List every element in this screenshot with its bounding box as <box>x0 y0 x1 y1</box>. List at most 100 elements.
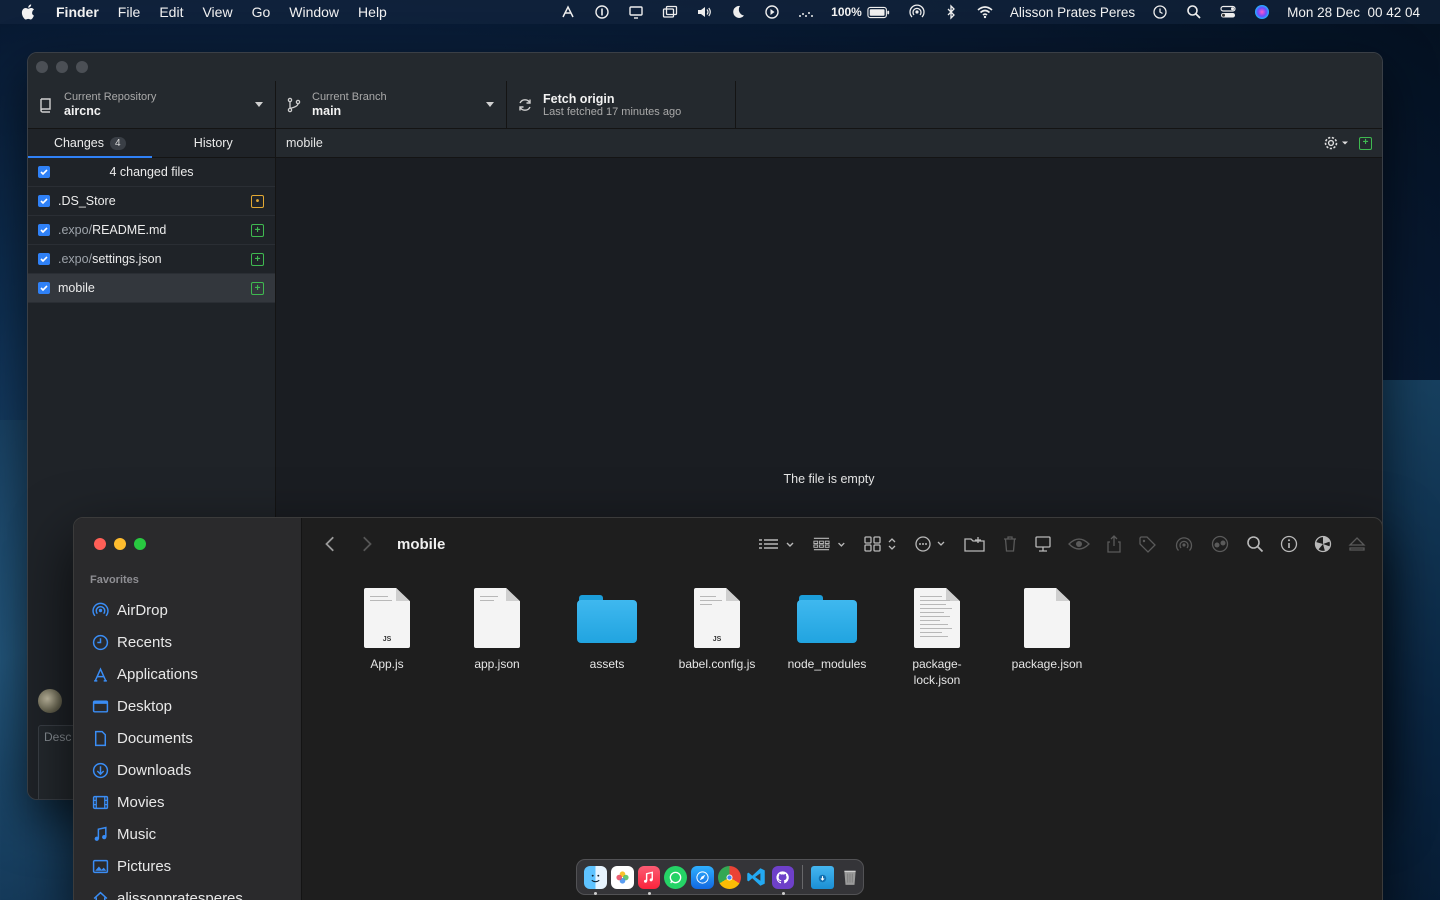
sidebar-item-pictures[interactable]: Pictures <box>91 850 243 882</box>
sidebar-item-applications[interactable]: Applications <box>91 658 243 690</box>
changed-file-row[interactable]: .DS_Store • <box>28 187 275 216</box>
whatsapp-icon[interactable] <box>664 865 688 889</box>
tab-changes[interactable]: Changes 4 <box>28 129 152 158</box>
finder-icon[interactable] <box>584 865 607 895</box>
sidebar-item-documents[interactable]: Documents <box>91 722 243 754</box>
file-name: package.json <box>1011 657 1083 671</box>
extension-icon[interactable] <box>559 4 577 20</box>
file-checkbox[interactable] <box>38 195 50 207</box>
sidebar-item-home[interactable]: alissonpratesperes <box>91 882 243 900</box>
downloads-folder-icon[interactable] <box>811 865 835 889</box>
photos-icon[interactable] <box>610 865 634 889</box>
music-icon[interactable] <box>637 865 661 895</box>
share-icon[interactable] <box>1106 533 1122 555</box>
menu-window[interactable]: Window <box>289 4 339 20</box>
diff-header: mobile + <box>276 129 1382 158</box>
gear-icon[interactable] <box>1323 135 1349 151</box>
finder-close-button[interactable] <box>94 538 106 550</box>
user-name[interactable]: Alisson Prates Peres <box>1010 5 1135 20</box>
favorites-title: Favorites <box>90 574 139 586</box>
info-icon[interactable] <box>1280 533 1298 555</box>
vscode-icon[interactable] <box>745 866 768 889</box>
icon-view-icon[interactable] <box>864 533 898 555</box>
folder-item[interactable]: node_modules <box>772 584 882 688</box>
menu-go[interactable]: Go <box>252 4 271 20</box>
file-item[interactable]: JS babel.config.js <box>662 584 772 688</box>
file-checkbox[interactable] <box>38 282 50 294</box>
menu-help[interactable]: Help <box>358 4 387 20</box>
gh-zoom-button[interactable] <box>76 61 88 73</box>
sidebar-item-recents[interactable]: Recents <box>91 626 243 658</box>
quick-look-icon[interactable] <box>1068 533 1090 555</box>
forward-button[interactable] <box>357 535 375 553</box>
changed-file-row[interactable]: .expo/settings.json + <box>28 245 275 274</box>
tag-icon[interactable] <box>1138 533 1158 555</box>
new-folder-icon[interactable] <box>964 533 986 555</box>
empty-file-message: The file is empty <box>783 472 875 486</box>
trash-icon[interactable] <box>838 866 861 889</box>
play-icon[interactable] <box>763 4 781 20</box>
file-item[interactable]: package-lock.json <box>882 584 992 688</box>
sidebar-item-desktop[interactable]: Desktop <box>91 690 243 722</box>
time-machine-icon[interactable] <box>1151 4 1169 20</box>
file-checkbox[interactable] <box>38 253 50 265</box>
display-icon[interactable] <box>627 4 645 20</box>
list-view-icon[interactable] <box>758 533 796 555</box>
activity-icon[interactable] <box>797 4 815 20</box>
sync-toolbar-icon[interactable] <box>1210 533 1230 555</box>
sidebar-item-movies[interactable]: Movies <box>91 786 243 818</box>
eject-icon[interactable] <box>1348 533 1366 555</box>
gh-close-button[interactable] <box>36 61 48 73</box>
apple-menu-icon[interactable] <box>20 3 38 21</box>
search-icon[interactable] <box>1246 533 1264 555</box>
file-item[interactable]: package.json <box>992 584 1102 688</box>
safari-icon[interactable] <box>691 865 714 889</box>
wifi-icon[interactable] <box>976 4 994 20</box>
back-button[interactable] <box>322 535 340 553</box>
battery-icon[interactable] <box>866 4 892 20</box>
spotlight-search-icon[interactable] <box>1185 4 1203 20</box>
clock-datetime[interactable]: Mon 28 Dec 00 42 04 <box>1287 5 1420 20</box>
file-name: App.js <box>370 657 404 671</box>
menu-edit[interactable]: Edit <box>159 4 183 20</box>
chrome-icon[interactable] <box>717 865 741 889</box>
screen-mirroring-icon[interactable] <box>661 4 679 20</box>
sidebar-item-airdrop[interactable]: AirDrop <box>91 594 243 626</box>
group-by-icon[interactable] <box>812 533 848 555</box>
file-checkbox[interactable] <box>38 224 50 236</box>
airdrop-toolbar-icon[interactable] <box>1174 533 1194 555</box>
file-item[interactable]: app.json <box>442 584 552 688</box>
folder-item[interactable]: assets <box>552 584 662 688</box>
sidebar-item-downloads[interactable]: Downloads <box>91 754 243 786</box>
fetch-origin-button[interactable]: Fetch origin Last fetched 17 minutes ago <box>507 81 736 128</box>
github-desktop-icon[interactable] <box>771 865 795 895</box>
1password-icon[interactable] <box>593 4 611 20</box>
finder-minimize-button[interactable] <box>114 538 126 550</box>
file-item[interactable]: JS App.js <box>332 584 442 688</box>
current-repository-selector[interactable]: Current Repository aircnc <box>28 81 276 128</box>
bluetooth-icon[interactable] <box>942 4 960 20</box>
select-all-checkbox[interactable] <box>38 166 50 178</box>
changed-file-row[interactable]: .expo/README.md + <box>28 216 275 245</box>
volume-icon[interactable] <box>695 4 713 20</box>
app-menu-finder[interactable]: Finder <box>56 4 99 20</box>
current-branch-selector[interactable]: Current Branch main <box>276 81 507 128</box>
more-actions-icon[interactable] <box>914 533 948 555</box>
airdrop-status-icon[interactable] <box>908 4 926 20</box>
focus-moon-icon[interactable] <box>729 4 747 20</box>
dock <box>576 859 864 895</box>
sidebar-item-music[interactable]: Music <box>91 818 243 850</box>
changed-file-row[interactable]: mobile + <box>28 274 275 303</box>
branch-label: Current Branch <box>312 91 387 103</box>
sidebar-item-label: Pictures <box>117 857 172 875</box>
menu-file[interactable]: File <box>118 4 141 20</box>
menu-view[interactable]: View <box>202 4 232 20</box>
trash-toolbar-icon[interactable] <box>1002 533 1018 555</box>
display-toolbar-icon[interactable] <box>1034 533 1052 555</box>
tab-history[interactable]: History <box>152 129 276 157</box>
siri-icon[interactable] <box>1253 4 1271 20</box>
control-center-icon[interactable] <box>1219 4 1237 20</box>
color-wheel-icon[interactable] <box>1314 533 1332 555</box>
gh-minimize-button[interactable] <box>56 61 68 73</box>
finder-zoom-button[interactable] <box>134 538 146 550</box>
